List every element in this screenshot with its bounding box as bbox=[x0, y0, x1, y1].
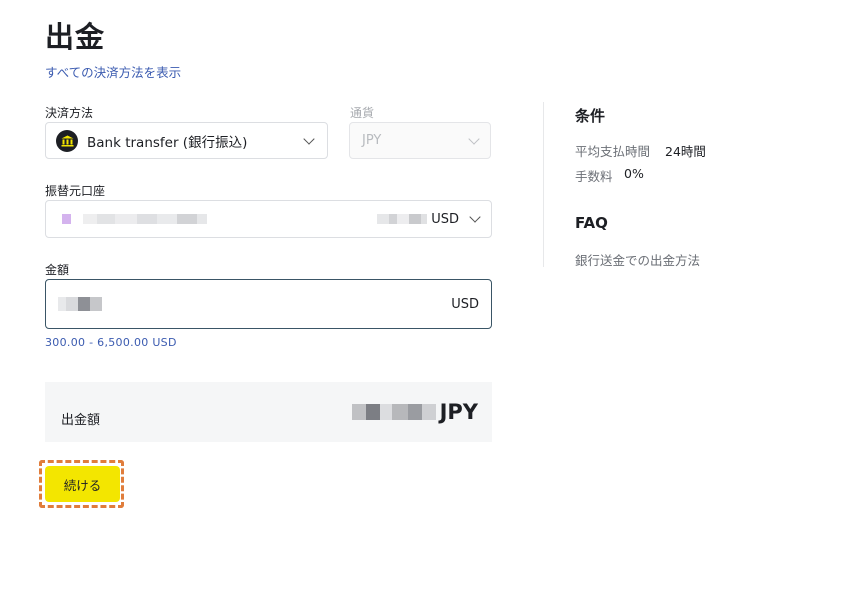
source-account-label: 振替元口座 bbox=[45, 184, 106, 198]
payment-method-select[interactable]: Bank transfer (銀行振込) bbox=[45, 122, 328, 159]
currency-select: JPY bbox=[349, 122, 491, 159]
amount-range-hint: 300.00 - 6,500.00 USD bbox=[45, 336, 177, 349]
source-account-select[interactable]: USD bbox=[45, 200, 492, 238]
continue-button[interactable]: 続ける bbox=[45, 466, 120, 502]
source-account-currency: USD bbox=[431, 211, 459, 227]
redacted-account-name bbox=[62, 214, 207, 224]
conditions-title: 条件 bbox=[575, 107, 606, 125]
withdraw-amount-label: 出金額 bbox=[61, 412, 101, 428]
chevron-down-icon bbox=[469, 211, 481, 223]
chevron-down-icon bbox=[303, 132, 315, 145]
fee-value: 0% bbox=[624, 166, 644, 181]
payment-method-label: 決済方法 bbox=[45, 106, 94, 120]
withdraw-amount-summary: 出金額 JPY bbox=[45, 382, 492, 442]
faq-title: FAQ bbox=[575, 214, 608, 232]
bank-icon bbox=[56, 129, 78, 152]
currency-label: 通貨 bbox=[350, 106, 375, 120]
avg-payout-time-label: 平均支払時間 bbox=[575, 144, 651, 159]
amount-input[interactable]: USD bbox=[45, 279, 492, 329]
amount-currency: USD bbox=[451, 296, 479, 312]
redacted-amount-value bbox=[58, 297, 102, 311]
fee-label: 手数料 bbox=[575, 169, 613, 184]
redacted-withdraw-amount bbox=[351, 404, 436, 420]
avg-payout-time-value: 24時間 bbox=[665, 144, 706, 159]
page-title: 出金 bbox=[45, 20, 106, 54]
chevron-down-icon bbox=[468, 132, 480, 145]
vertical-divider bbox=[543, 102, 544, 267]
payment-method-value: Bank transfer (銀行振込) bbox=[87, 134, 248, 151]
redacted-account-balance bbox=[377, 214, 428, 224]
all-payment-methods-link[interactable]: すべての決済方法を表示 bbox=[45, 62, 181, 81]
faq-bank-withdrawal-link[interactable]: 銀行送金での出金方法 bbox=[575, 250, 700, 269]
withdraw-amount-currency: JPY bbox=[439, 400, 478, 424]
amount-label: 金額 bbox=[45, 263, 70, 277]
currency-value: JPY bbox=[362, 133, 382, 148]
